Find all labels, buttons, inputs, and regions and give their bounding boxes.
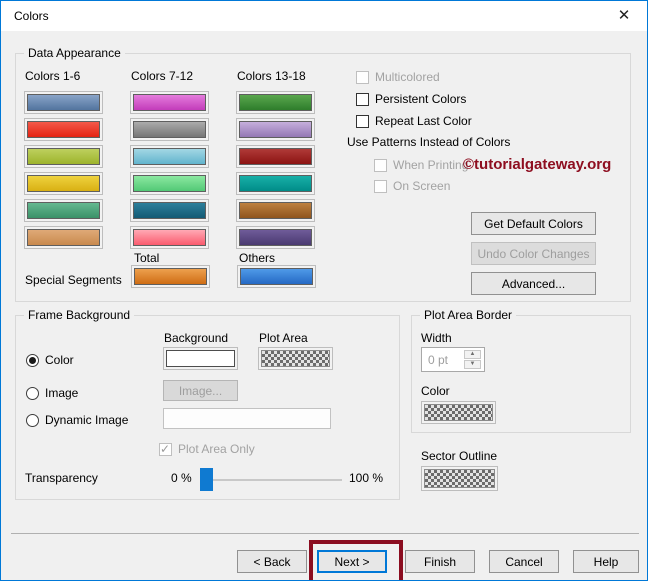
color-swatch-gold[interactable] [24, 172, 103, 195]
checkbox-icon[interactable] [356, 92, 369, 106]
transparency-slider-track[interactable] [206, 479, 342, 481]
color-swatch-red[interactable] [24, 118, 103, 141]
color-swatch-light-green[interactable] [130, 172, 209, 195]
get-default-colors-button[interactable]: Get Default Colors [471, 212, 596, 235]
close-icon[interactable]: ✕ [615, 7, 633, 25]
transparency-min-label: 0 % [171, 471, 192, 485]
checkbox-multicolored[interactable]: Multicolored [356, 70, 440, 84]
colors-dialog: Colors ✕ Data Appearance Colors 1-6 Colo… [0, 0, 648, 581]
width-spinner[interactable]: 0 pt ▲ ▼ [421, 347, 485, 372]
dynamic-image-input[interactable] [163, 408, 331, 429]
advanced-button[interactable]: Advanced... [471, 272, 596, 295]
sector-outline-pattern-swatch[interactable] [421, 466, 498, 491]
color-swatch-sea-green[interactable] [24, 199, 103, 222]
checkbox-plot-area-only: Plot Area Only [159, 442, 255, 456]
sector-outline-label: Sector Outline [421, 449, 498, 463]
plot-area-label: Plot Area [259, 331, 308, 345]
color-swatch-pink[interactable] [130, 226, 209, 249]
radio-icon[interactable] [26, 413, 39, 427]
checkbox-icon [159, 442, 172, 456]
image-button: Image... [163, 380, 238, 401]
spinner-up-icon[interactable]: ▲ [464, 350, 481, 359]
total-label: Total [134, 251, 160, 265]
window-title: Colors [14, 9, 49, 23]
color-swatch-brown[interactable] [236, 199, 315, 222]
color-swatch-dark-teal[interactable] [130, 199, 209, 222]
special-segments-label: Special Segments [25, 273, 122, 287]
checkbox-persistent-colors[interactable]: Persistent Colors [356, 92, 466, 106]
color-swatch-yellow-green[interactable] [24, 145, 103, 168]
color-swatch-tan-orange[interactable] [24, 226, 103, 249]
others-color-swatch[interactable] [237, 265, 316, 288]
plot-area-pattern-swatch[interactable] [258, 347, 333, 370]
color-swatch-lavender[interactable] [236, 118, 315, 141]
radio-dynamic-image[interactable]: Dynamic Image [26, 413, 128, 427]
radio-icon[interactable] [26, 353, 39, 367]
transparency-slider-thumb[interactable] [200, 468, 213, 491]
spinner-down-icon[interactable]: ▼ [464, 360, 481, 369]
radio-color[interactable]: Color [26, 353, 74, 367]
radio-icon[interactable] [26, 386, 39, 400]
swatch-column-1 [24, 91, 103, 253]
color-swatch-light-blue[interactable] [130, 145, 209, 168]
width-label: Width [421, 331, 452, 345]
finish-button[interactable]: Finish [405, 550, 475, 573]
help-button[interactable]: Help [573, 550, 639, 573]
color-swatch-teal[interactable] [236, 172, 315, 195]
radio-image[interactable]: Image [26, 386, 78, 400]
watermark: ©tutorialgateway.org [463, 156, 612, 173]
color-swatch-steel-blue[interactable] [24, 91, 103, 114]
background-color-swatch[interactable] [163, 347, 238, 370]
color-swatch-green[interactable] [236, 91, 315, 114]
checkbox-on-screen[interactable]: On Screen [374, 179, 450, 193]
next-button-highlight-annotation [309, 540, 403, 580]
checkbox-icon[interactable] [374, 179, 387, 193]
group-plot-area-border-label: Plot Area Border [420, 308, 517, 322]
border-color-label: Color [421, 384, 450, 398]
colors-1-6-label: Colors 1-6 [25, 69, 81, 83]
group-frame-background-label: Frame Background [24, 308, 135, 322]
transparency-label: Transparency [25, 471, 98, 485]
cancel-button[interactable]: Cancel [489, 550, 559, 573]
checkbox-icon[interactable] [356, 114, 369, 128]
swatch-column-2 [130, 91, 209, 253]
colors-13-18-label: Colors 13-18 [237, 69, 306, 83]
checkbox-icon[interactable] [356, 70, 369, 84]
checkbox-repeat-last-color[interactable]: Repeat Last Color [356, 114, 472, 128]
group-data-appearance-label: Data Appearance [24, 46, 125, 60]
swatch-column-3 [236, 91, 315, 253]
colors-7-12-label: Colors 7-12 [131, 69, 194, 83]
checkbox-when-printing[interactable]: When Printing [374, 158, 468, 172]
total-color-swatch[interactable] [131, 265, 210, 288]
background-label: Background [164, 331, 229, 345]
back-button[interactable]: < Back [237, 550, 307, 573]
border-color-pattern-swatch[interactable] [421, 401, 496, 424]
color-swatch-magenta[interactable] [130, 91, 209, 114]
color-swatch-gray[interactable] [130, 118, 209, 141]
color-swatch-dark-red[interactable] [236, 145, 315, 168]
checkbox-icon[interactable] [374, 158, 387, 172]
others-label: Others [239, 251, 276, 265]
color-swatch-dark-purple[interactable] [236, 226, 315, 249]
footer-separator [11, 533, 639, 534]
width-value: 0 pt [428, 353, 449, 367]
undo-color-changes-button: Undo Color Changes [471, 242, 596, 265]
use-patterns-label: Use Patterns Instead of Colors [347, 135, 511, 149]
transparency-max-label: 100 % [349, 471, 384, 485]
titlebar: Colors ✕ [1, 1, 647, 31]
